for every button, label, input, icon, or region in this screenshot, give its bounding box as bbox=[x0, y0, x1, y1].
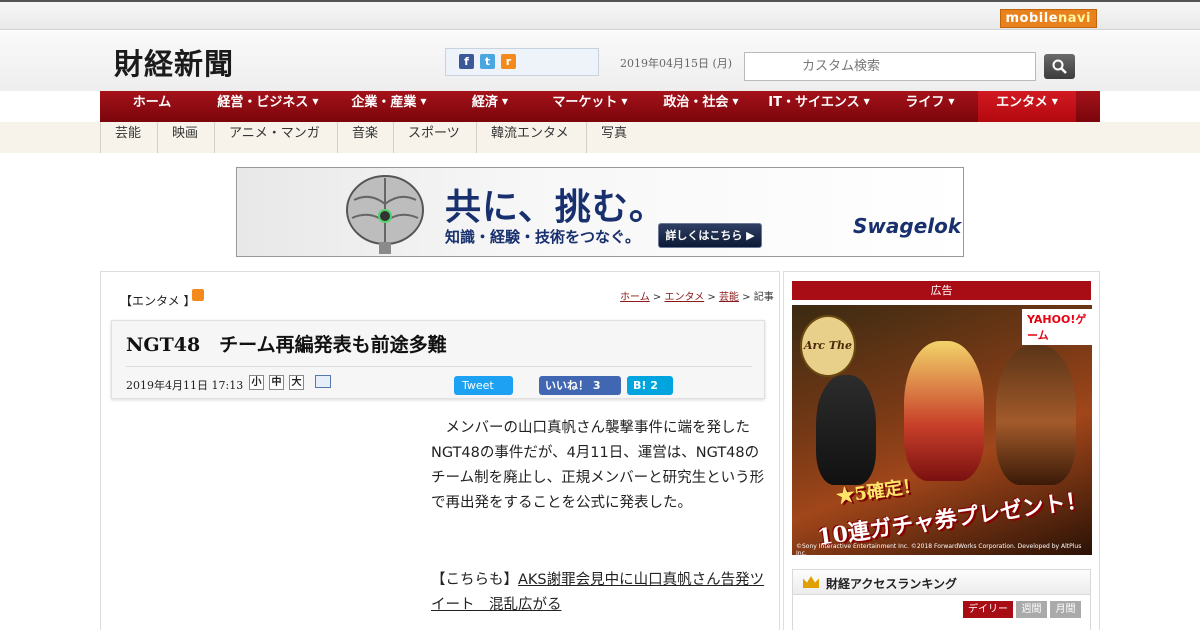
breadcrumb-sep: > bbox=[652, 292, 662, 303]
nav-label: 企業・産業 bbox=[351, 95, 417, 110]
chevron-down-icon: ▼ bbox=[501, 97, 509, 106]
character-illustration bbox=[816, 375, 876, 485]
nav-item-it-science[interactable]: IT・サイエンス ▼ bbox=[756, 91, 882, 122]
ad-label: 広告 bbox=[792, 281, 1091, 300]
character-illustration bbox=[996, 345, 1076, 485]
ranking-tab-weekly[interactable]: 週間 bbox=[1016, 601, 1047, 618]
chevron-down-icon: ▼ bbox=[1051, 97, 1058, 106]
font-size-medium-button[interactable]: 中 bbox=[269, 375, 284, 390]
main-nav: ホーム 経営・ビジネス ▼ 企業・産業 ▼ 経済 ▼ マーケット ▼ 政治・社会 ▼ IT… bbox=[100, 91, 1100, 122]
banner-subtext: 知識・経験・技術をつなぐ。 bbox=[445, 228, 641, 246]
nav-item-market[interactable]: マーケット ▼ bbox=[534, 91, 646, 122]
ranking-title: 財経アクセスランキング bbox=[826, 577, 958, 591]
nav-item-entertainment[interactable]: エンタメ ▼ bbox=[978, 91, 1076, 122]
chevron-down-icon: ▼ bbox=[312, 97, 319, 106]
character-illustration bbox=[904, 341, 984, 481]
article-header-box: NGT48 チーム再編発表も前途多難 2019年4月11日 17:13 小 中 … bbox=[111, 320, 765, 399]
like-label: いいね！ 3 bbox=[545, 379, 601, 392]
subnav-item-sports[interactable]: スポーツ bbox=[393, 122, 476, 153]
subnav-item-anime[interactable]: アニメ・マンガ bbox=[214, 122, 337, 153]
brain-illustration bbox=[346, 175, 424, 254]
nav-item-business[interactable]: 経営・ビジネス ▼ bbox=[204, 91, 332, 122]
mobile-brand-a: mobile bbox=[1005, 11, 1059, 26]
facebook-icon[interactable]: f bbox=[459, 54, 474, 69]
nav-item-industry[interactable]: 企業・産業 ▼ bbox=[332, 91, 446, 122]
banner-ad[interactable]: 共に、挑む。 知識・経験・技術をつなぐ。 詳しくはこちら ▶ Swagelok bbox=[236, 167, 964, 257]
social-links: f t r bbox=[445, 48, 599, 76]
tweet-button[interactable]: Tweet bbox=[454, 376, 513, 395]
article-main: 【エンタメ 】 ホーム > エンタメ > 芸能 > 記事 NGT48 チーム再編… bbox=[100, 271, 780, 630]
nav-item-economy[interactable]: 経済 ▼ bbox=[446, 91, 534, 122]
yahoo-game-logo: YAHOO!ゲーム bbox=[1022, 309, 1092, 345]
tweet-label: Tweet bbox=[462, 379, 494, 392]
ranking-tab-monthly[interactable]: 月間 bbox=[1050, 601, 1081, 618]
nav-label: 政治・社会 bbox=[663, 95, 729, 110]
subnav-item-music[interactable]: 音楽 bbox=[337, 122, 393, 153]
nav-label: 経済 bbox=[471, 95, 498, 110]
chevron-down-icon: ▼ bbox=[732, 97, 739, 106]
font-size-large-button[interactable]: 大 bbox=[289, 375, 304, 390]
article-body: メンバーの山口真帆さん襲撃事件に端を発したNGT48の事件だが、4月11日、運営… bbox=[431, 420, 765, 511]
rss-icon[interactable]: r bbox=[501, 54, 516, 69]
chevron-down-icon: ▼ bbox=[863, 97, 870, 106]
current-date: 2019年04月15日 (月) bbox=[620, 57, 733, 70]
breadcrumb-sep: > bbox=[707, 292, 716, 303]
nav-label: ライフ bbox=[905, 95, 945, 110]
breadcrumb-current: 記事 bbox=[753, 292, 774, 303]
sidebar: 広告 Arc The Lad YAHOO!ゲーム ★5確定！ 10連ガチャ券プレ… bbox=[783, 271, 1100, 630]
hatena-label: B! 2 bbox=[633, 379, 658, 392]
twitter-icon[interactable]: t bbox=[480, 54, 495, 69]
nav-label: マーケット bbox=[552, 95, 618, 110]
divider bbox=[126, 366, 752, 367]
mobile-brand-b: navi bbox=[1058, 11, 1091, 26]
rss-icon[interactable] bbox=[192, 289, 204, 301]
print-icon[interactable] bbox=[315, 375, 331, 388]
published-date: 2019年4月11日 17:13 bbox=[126, 379, 244, 392]
ranking-tab-daily[interactable]: デイリー bbox=[963, 601, 1013, 618]
top-bar: mobilenavi bbox=[0, 0, 1200, 30]
banner-brand-logo: Swagelok bbox=[853, 214, 962, 238]
search-button[interactable] bbox=[1044, 54, 1075, 79]
related-prefix: 【こちらも】 bbox=[431, 572, 518, 588]
ad-copyright: ©Sony Interactive Entertainment Inc. ©20… bbox=[796, 543, 1082, 555]
breadcrumb-category[interactable]: エンタメ bbox=[664, 292, 704, 303]
facebook-like-button[interactable]: いいね！ 3 bbox=[539, 376, 621, 395]
subnav-item-kpop[interactable]: 韓流エンタメ bbox=[476, 122, 586, 153]
related-article: 【こちらも】AKS謝罪会見中に山口真帆さん告発ツイート 混乱広がる bbox=[431, 568, 771, 618]
site-header: 財経新聞 f t r 2019年04月15日 (月) カスタム検索 bbox=[0, 31, 1200, 91]
chevron-down-icon: ▼ bbox=[621, 97, 628, 106]
nav-label: エンタメ bbox=[996, 95, 1048, 110]
game-logo: Arc The Lad bbox=[800, 315, 856, 410]
breadcrumb-home[interactable]: ホーム bbox=[620, 292, 650, 303]
nav-item-life[interactable]: ライフ ▼ bbox=[882, 91, 978, 122]
hatena-bookmark-button[interactable]: B! 2 bbox=[627, 376, 673, 395]
breadcrumb-sep: > bbox=[742, 292, 751, 303]
nav-label: 経営・ビジネス bbox=[217, 95, 309, 110]
font-size-small-button[interactable]: 小 bbox=[249, 375, 264, 390]
banner-headline: 共に、挑む。 bbox=[445, 187, 666, 228]
nav-item-politics[interactable]: 政治・社会 ▼ bbox=[646, 91, 756, 122]
article-title: NGT48 チーム再編発表も前途多難 bbox=[126, 334, 447, 356]
mobile-navi-link[interactable]: mobilenavi bbox=[999, 9, 1097, 28]
sub-nav: 芸能 映画 アニメ・マンガ 音楽 スポーツ 韓流エンタメ 写真 bbox=[0, 122, 1200, 153]
nav-label: IT・サイエンス bbox=[768, 95, 860, 110]
breadcrumb-subcategory[interactable]: 芸能 bbox=[719, 292, 739, 303]
nav-label: ホーム bbox=[132, 95, 172, 110]
subnav-item-movie[interactable]: 映画 bbox=[157, 122, 214, 153]
banner-cta-button[interactable]: 詳しくはこちら ▶ bbox=[658, 223, 762, 248]
chevron-down-icon: ▼ bbox=[948, 97, 955, 106]
article-category[interactable]: 【エンタメ 】 bbox=[120, 292, 195, 309]
site-logo[interactable]: 財経新聞 bbox=[114, 41, 234, 83]
subnav-item-photo[interactable]: 写真 bbox=[586, 122, 646, 153]
ranking-header: 財経アクセスランキング bbox=[793, 570, 1090, 595]
search-input[interactable]: カスタム検索 bbox=[744, 52, 1036, 81]
ranking-box: 財経アクセスランキング デイリー 週間 月間 bbox=[792, 569, 1091, 630]
subnav-item-geinou[interactable]: 芸能 bbox=[100, 122, 157, 153]
search-icon bbox=[1052, 59, 1067, 74]
breadcrumb: ホーム > エンタメ > 芸能 > 記事 bbox=[620, 288, 774, 303]
crown-icon bbox=[803, 576, 819, 588]
sidebar-game-ad[interactable]: Arc The Lad YAHOO!ゲーム ★5確定！ 10連ガチャ券プレゼント… bbox=[792, 305, 1092, 555]
chevron-down-icon: ▼ bbox=[420, 97, 427, 106]
nav-item-home[interactable]: ホーム bbox=[100, 91, 204, 122]
